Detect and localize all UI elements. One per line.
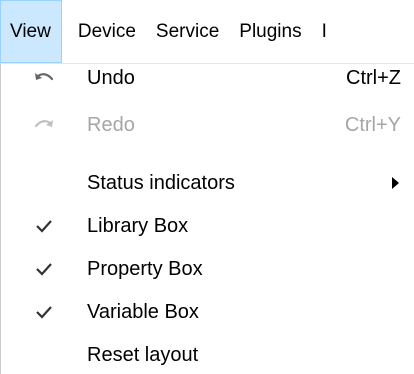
menu-device[interactable]: Device [62, 0, 146, 63]
property-box-label: Property Box [87, 257, 203, 280]
library-box-label: Library Box [87, 214, 189, 237]
redo-label: Redo [87, 113, 135, 136]
menu-item-redo[interactable]: Redo Ctrl+Y [1, 106, 414, 144]
menu-item-library-box[interactable]: Library Box [1, 207, 414, 245]
menu-view-label: View [10, 20, 51, 42]
submenu-arrow-icon [392, 177, 399, 189]
undo-icon [31, 67, 57, 89]
reset-layout-label: Reset layout [87, 343, 199, 366]
redo-shortcut: Ctrl+Y [344, 113, 401, 136]
checkmark-icon [31, 301, 57, 323]
menu-item-property-box[interactable]: Property Box [1, 250, 414, 288]
menu-truncated-label: I [321, 20, 327, 42]
menu-item-status-indicators[interactable]: Status indicators [1, 164, 414, 202]
menu-plugins[interactable]: Plugins [229, 0, 311, 63]
menu-plugins-label: Plugins [239, 20, 302, 42]
status-indicators-label: Status indicators [87, 171, 235, 194]
menu-service-label: Service [155, 20, 220, 42]
checkmark-icon [31, 215, 57, 237]
menu-item-reset-layout[interactable]: Reset layout [1, 336, 414, 374]
menu-service[interactable]: Service [146, 0, 229, 63]
checkmark-icon [31, 258, 57, 280]
view-dropdown-menu: Undo Ctrl+Z Redo Ctrl+Y Status indicator… [0, 63, 414, 374]
menu-truncated[interactable]: I [312, 0, 337, 63]
menu-item-undo[interactable]: Undo Ctrl+Z [1, 59, 414, 97]
menu-bar: View Device Service Plugins I [0, 0, 414, 63]
undo-label: Undo [87, 66, 135, 89]
redo-icon [31, 114, 57, 136]
variable-box-label: Variable Box [87, 300, 199, 323]
menu-view[interactable]: View [0, 0, 62, 63]
undo-shortcut: Ctrl+Z [346, 66, 401, 89]
menu-item-variable-box[interactable]: Variable Box [1, 293, 414, 331]
menu-device-label: Device [77, 20, 136, 42]
